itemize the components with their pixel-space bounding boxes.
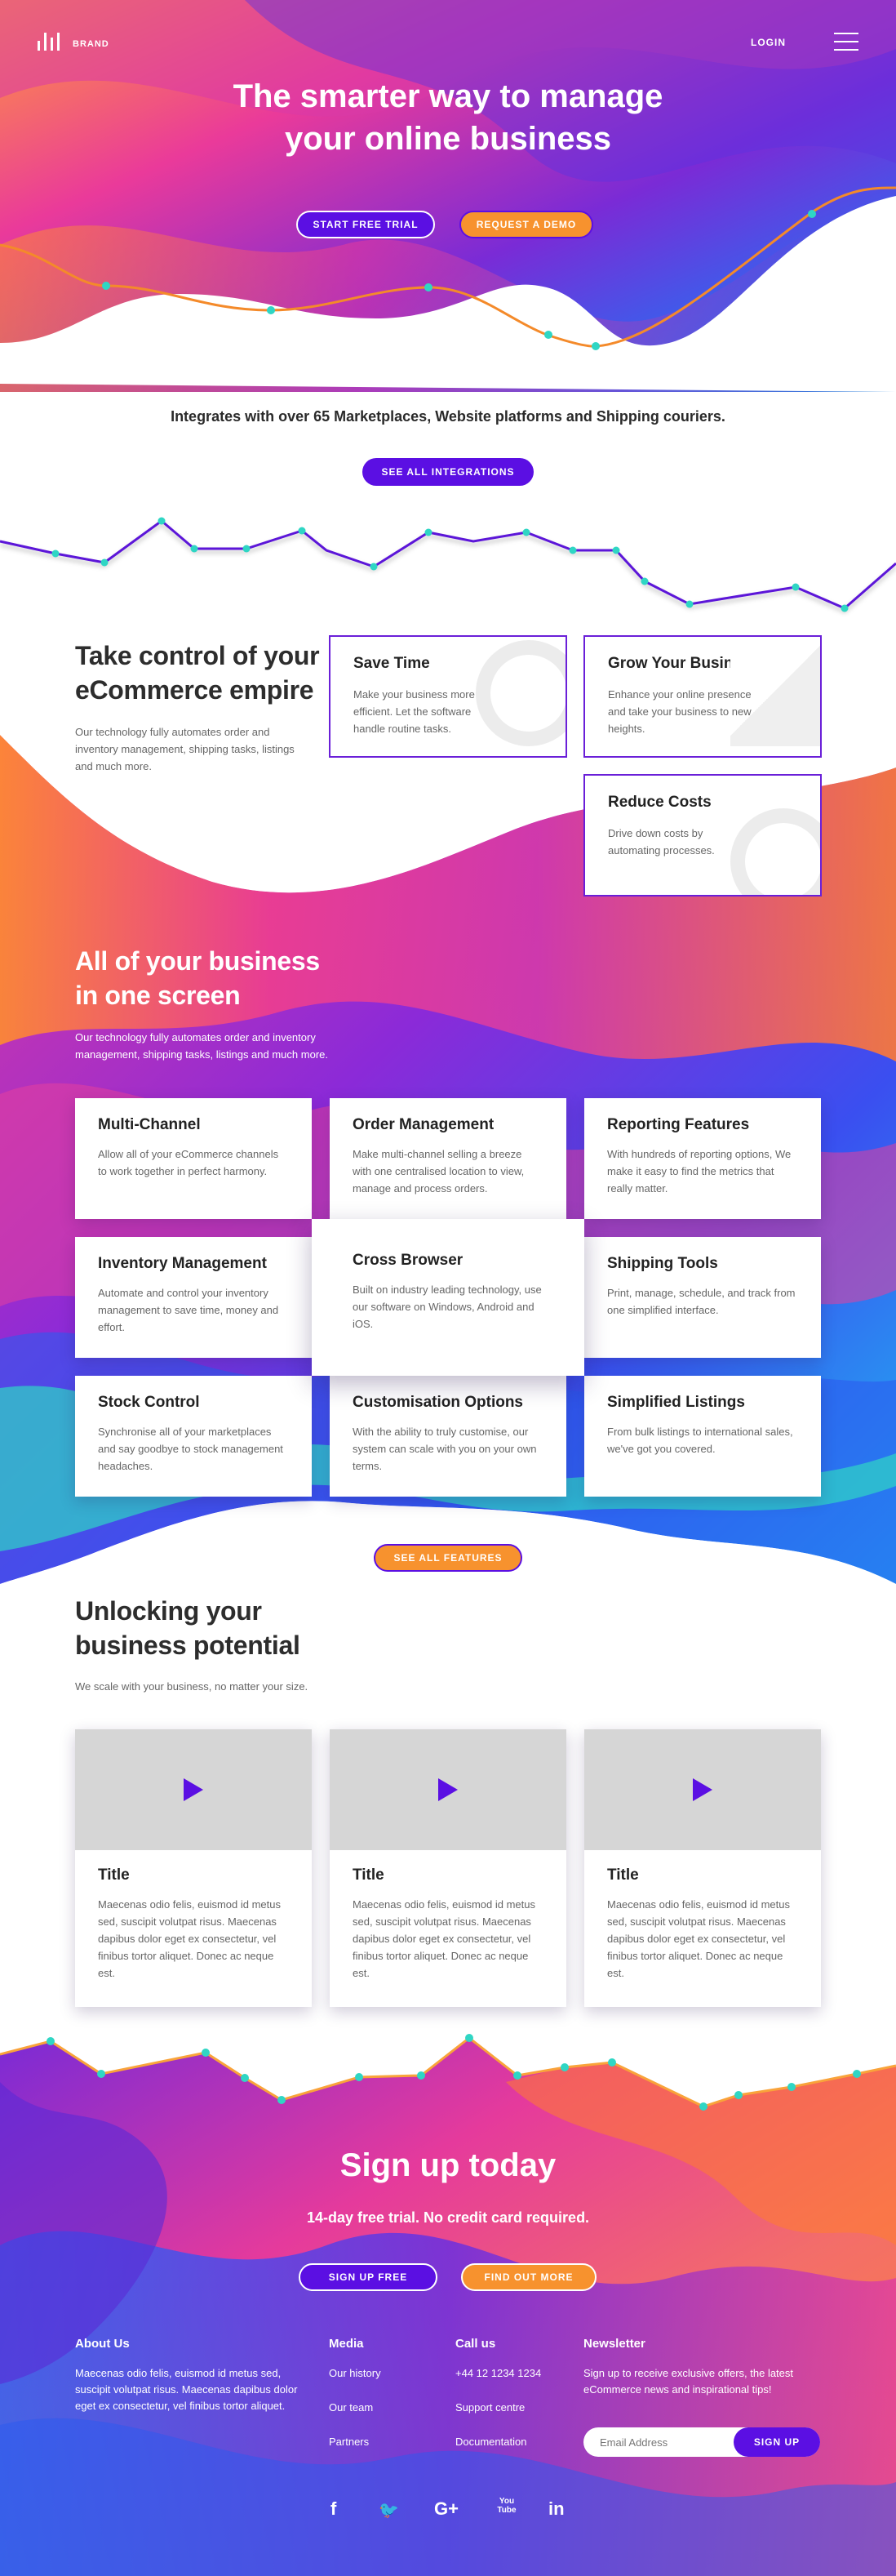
feature-body: From bulk listings to international sale… [607,1426,793,1455]
save-time-card: Save Time Make your business more effici… [329,635,567,758]
media-heading: Media [329,2337,364,2351]
footer-phone[interactable]: +44 12 1234 1234 [455,2365,578,2382]
features-title: All of your business in one screen [75,944,320,1012]
feature-body: Built on industry leading technology, us… [353,1284,542,1330]
find-out-more-button[interactable]: FIND OUT MORE [461,2263,597,2291]
feature-body: With hundreds of reporting options, We m… [607,1148,792,1195]
feature-title: Simplified Listings [607,1394,745,1411]
footer-newsletter: Newsletter Sign up to receive exclusive … [583,2337,822,2398]
video-thumbnail[interactable] [75,1729,312,1850]
video-thumbnail[interactable] [330,1729,566,1850]
card-body: Enhance your online presence and take yo… [608,688,752,735]
feature-title: Inventory Management [98,1255,267,1272]
feature-card-inventory: Inventory Management Automate and contro… [75,1237,312,1358]
features-body: Our technology fully automates order and… [75,1031,328,1061]
potential-title-line-1: Unlocking your [75,1596,262,1626]
feature-card-reporting: Reporting Features With hundreds of repo… [584,1098,821,1219]
feature-title: Multi-Channel [98,1116,201,1133]
call-heading: Call us [455,2337,496,2351]
card-body: Drive down costs by automating processes… [608,827,715,856]
newsletter-form: SIGN UP [583,2427,820,2457]
video-card-3: Title Maecenas odio felis, euismod id me… [584,1729,821,2007]
facebook-icon[interactable]: f [330,2498,336,2520]
feature-title: Order Management [353,1116,495,1133]
video-body: Maecenas odio felis, euismod id metus se… [98,1898,282,1979]
card-title: Reduce Costs [608,794,712,811]
feature-title: Customisation Options [353,1394,523,1411]
video-title: Title [353,1866,384,1884]
feature-card-listings: Simplified Listings From bulk listings t… [584,1376,821,1497]
signup-title: Sign up today [339,2147,557,2183]
feature-body: Allow all of your eCommerce channels to … [98,1148,279,1177]
feature-title: Cross Browser [353,1252,464,1269]
youtube-icon[interactable]: You Tube [496,2497,517,2515]
twitter-icon[interactable]: 🐦 [379,2500,399,2520]
video-body: Maecenas odio felis, euismod id metus se… [607,1898,791,1979]
footer-about: About Us Maecenas odio felis, euismod id… [75,2337,304,2414]
linkedin-icon[interactable]: in [548,2498,565,2520]
newsletter-body: Sign up to receive exclusive offers, the… [583,2367,794,2396]
feature-card-stock-control: Stock Control Synchronise all of your ma… [75,1376,312,1497]
email-input[interactable] [600,2434,730,2450]
signup-subtitle: 14-day free trial. No credit card requir… [306,2209,590,2226]
feature-body: Automate and control your inventory mana… [98,1287,279,1333]
feature-title: Reporting Features [607,1116,750,1133]
sign-up-free-button[interactable]: SIGN UP FREE [299,2263,437,2291]
control-title: Take control of your eCommerce empire [75,638,320,707]
footer-link-support[interactable]: Support centre [455,2400,578,2416]
footer-call: Call us +44 12 1234 1234 Support centre … [455,2337,578,2450]
newsletter-signup-button[interactable]: SIGN UP [734,2427,820,2457]
footer-link-documentation[interactable]: Documentation [455,2434,578,2450]
feature-body: Synchronise all of your marketplaces and… [98,1426,283,1472]
check-icon [730,808,820,895]
footer-media: Media Our history Our team Partners [329,2337,443,2450]
video-card-1: Title Maecenas odio felis, euismod id me… [75,1729,312,2007]
footer-link-our-history[interactable]: Our history [329,2365,443,2382]
feature-card-customisation: Customisation Options With the ability t… [330,1376,566,1497]
control-body: Our technology fully automates order and… [75,726,295,772]
feature-body: Make multi-channel selling a breeze with… [353,1148,525,1195]
play-icon[interactable] [438,1778,458,1801]
features-title-line-2: in one screen [75,981,241,1010]
video-body: Maecenas odio felis, euismod id metus se… [353,1898,536,1979]
play-icon[interactable] [693,1778,712,1801]
potential-subtitle: We scale with your business, no matter y… [75,1680,308,1693]
potential-title-line-2: business potential [75,1631,300,1660]
feature-card-cross-browser: Cross Browser Built on industry leading … [312,1219,584,1376]
features-title-line-1: All of your business [75,946,320,976]
feature-body: With the ability to truly customise, our… [353,1426,537,1472]
feature-card-shipping: Shipping Tools Print, manage, schedule, … [584,1237,821,1358]
integrations-line-chart [0,517,896,612]
reduce-costs-card: Reduce Costs Drive down costs by automat… [583,774,822,896]
feature-title: Shipping Tools [607,1255,718,1272]
footer-link-partners[interactable]: Partners [329,2434,443,2450]
feature-title: Stock Control [98,1394,200,1411]
see-all-features-button[interactable]: SEE ALL FEATURES [374,1544,522,1572]
card-body: Make your business more efficient. Let t… [353,688,475,735]
newsletter-heading: Newsletter [583,2337,645,2351]
google-plus-icon[interactable]: G+ [434,2498,459,2520]
grow-business-card: Grow Your Business Enhance your online p… [583,635,822,758]
about-body: Maecenas odio felis, euismod id metus se… [75,2367,298,2412]
footer-background [0,2034,896,2576]
control-title-line-2: eCommerce empire [75,675,314,705]
video-title: Title [98,1866,130,1884]
play-icon[interactable] [184,1778,203,1801]
feature-body: Print, manage, schedule, and track from … [607,1287,796,1316]
video-title: Title [607,1866,639,1884]
youtube-label: You Tube [497,2497,517,2515]
feature-card-order-management: Order Management Make multi-channel sell… [330,1098,566,1219]
about-heading: About Us [75,2337,130,2351]
video-card-2: Title Maecenas odio felis, euismod id me… [330,1729,566,2007]
control-title-line-1: Take control of your [75,641,320,670]
video-thumbnail[interactable] [584,1729,821,1850]
potential-title: Unlocking your business potential [75,1594,300,1662]
feature-card-multi-channel: Multi-Channel Allow all of your eCommerc… [75,1098,312,1219]
footer-link-our-team[interactable]: Our team [329,2400,443,2416]
